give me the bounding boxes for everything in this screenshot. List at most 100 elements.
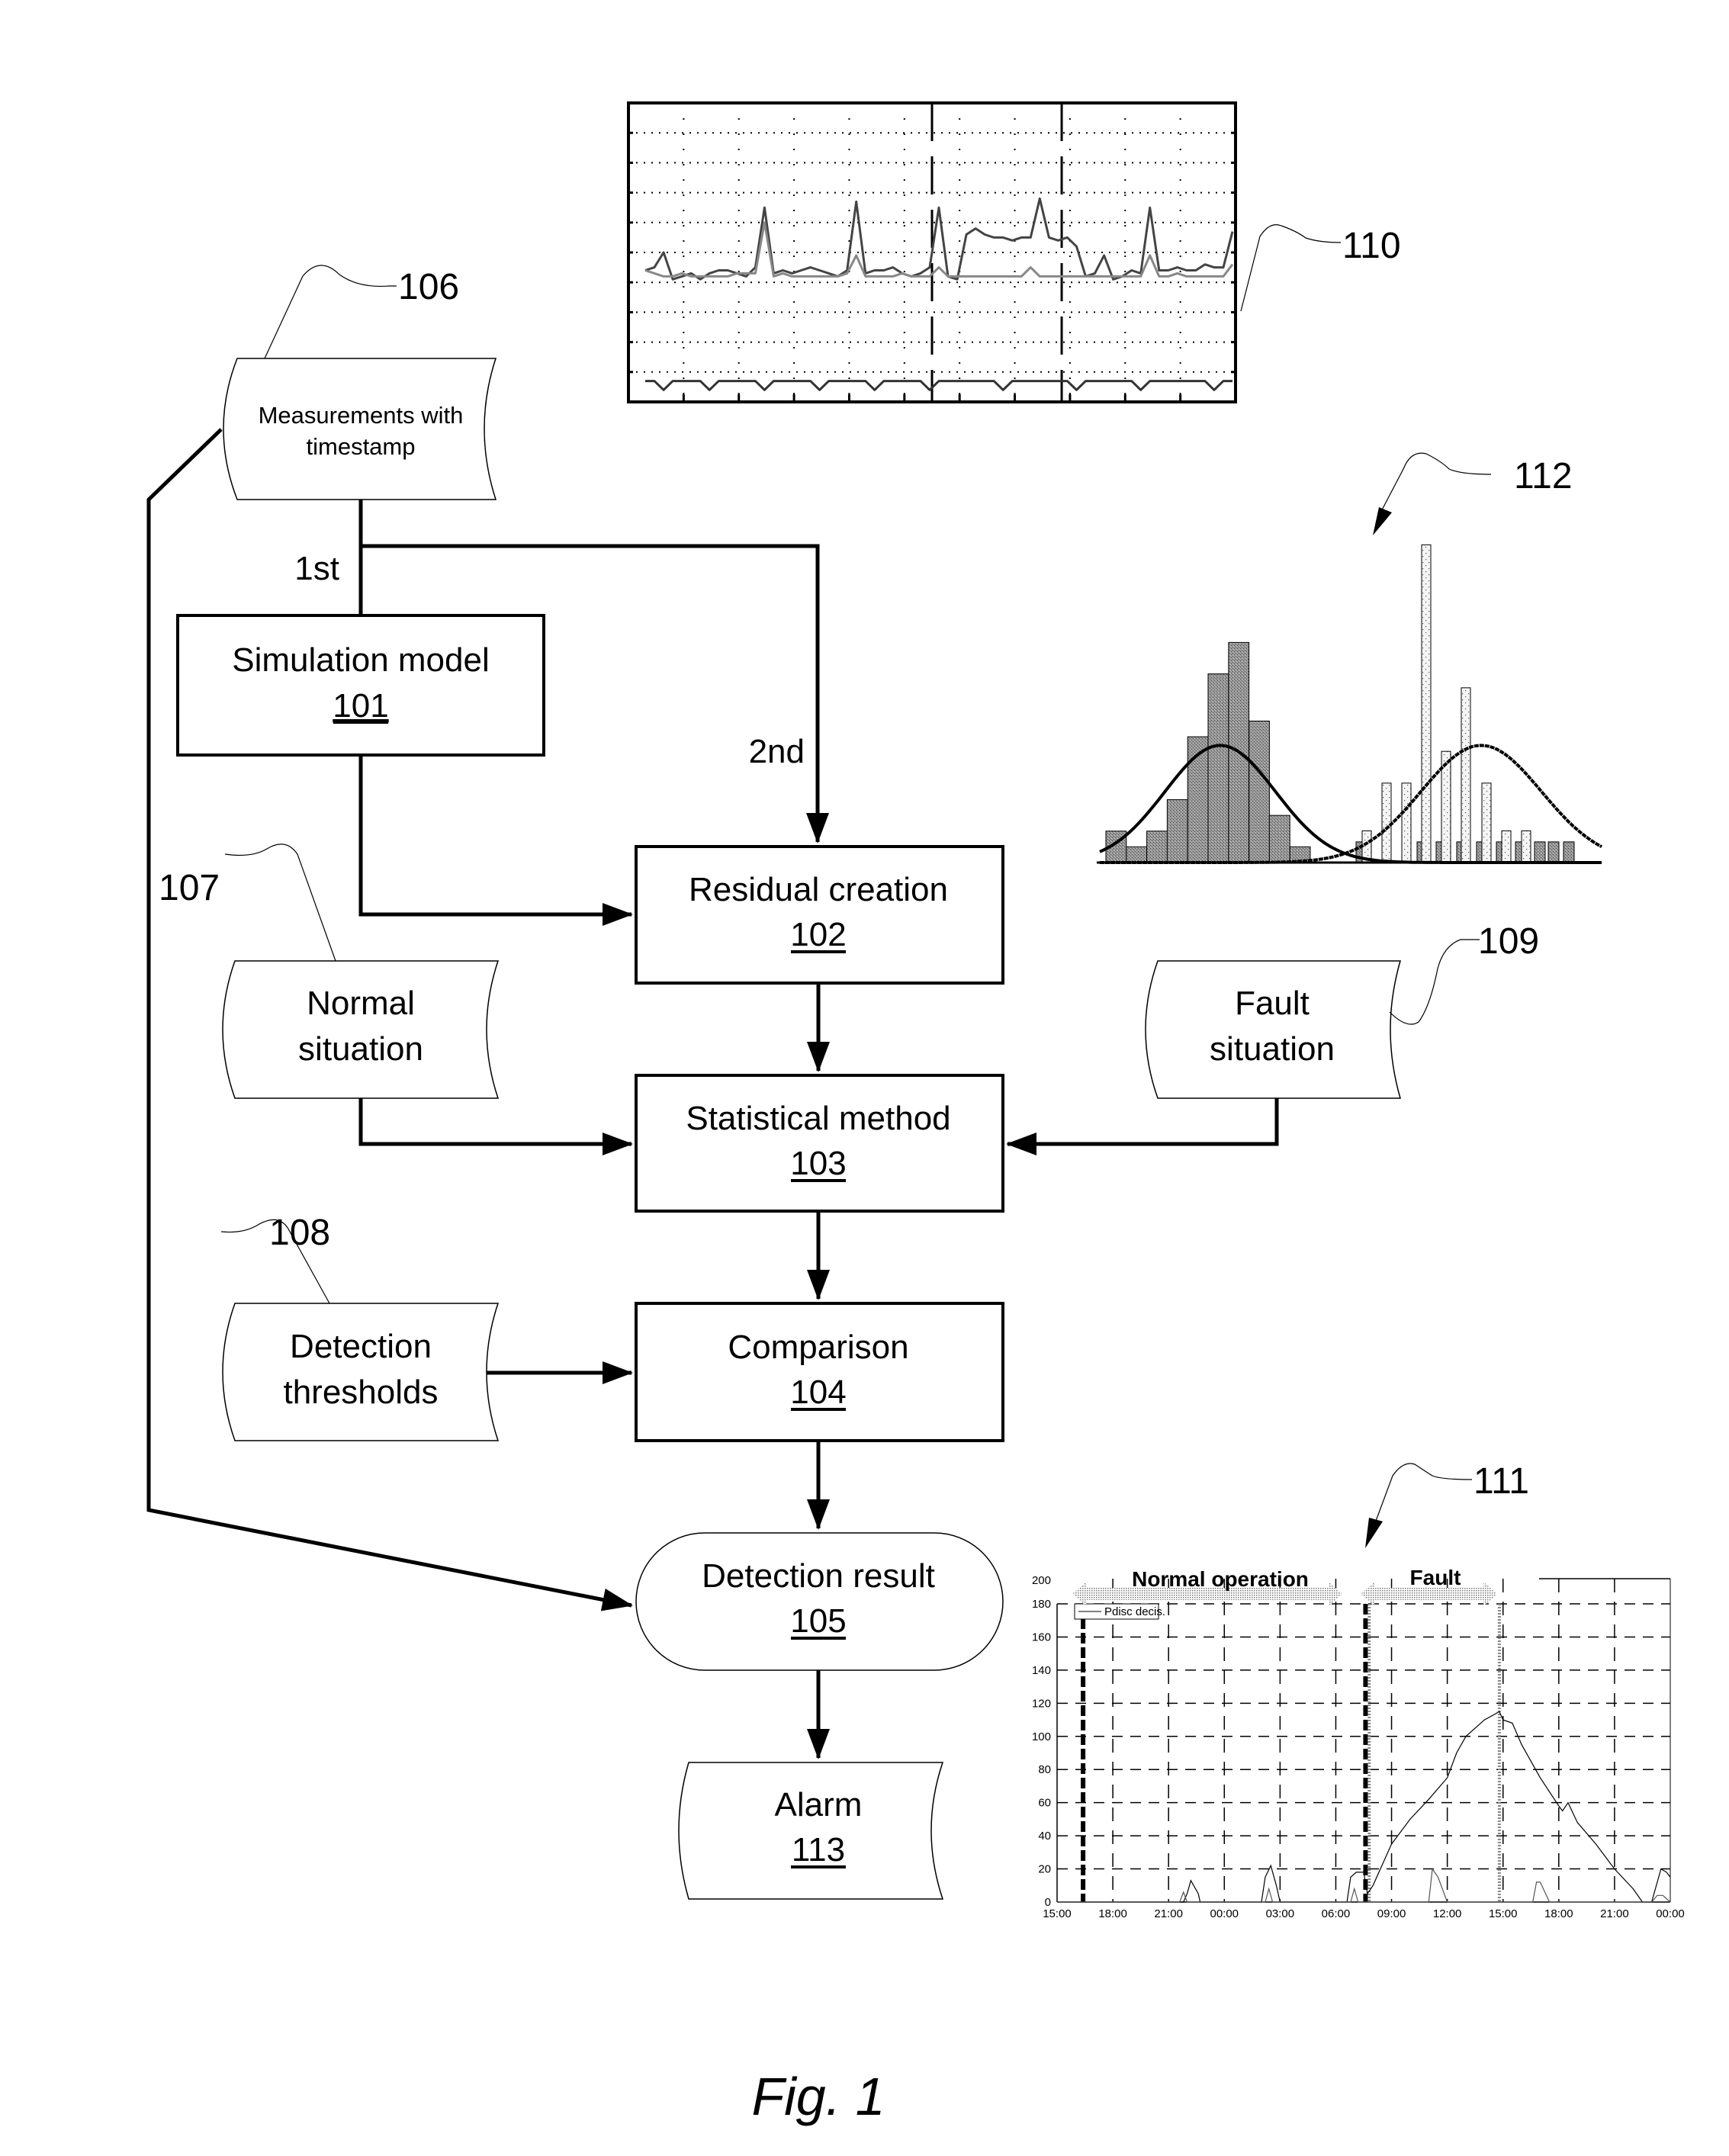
- ref-108: 108: [269, 1213, 330, 1253]
- x-tick-label: 18:00: [1098, 1907, 1127, 1920]
- node-comparison-title: Comparison: [728, 1329, 908, 1366]
- y-tick-label: 160: [1032, 1631, 1051, 1644]
- y-tick-label: 20: [1038, 1863, 1051, 1876]
- leader-110: [1240, 224, 1342, 312]
- figure-canvas: 1st 2nd Measurements with timestamp 106 …: [146, 101, 1685, 2126]
- node-simulation-title: Simulation model: [232, 641, 490, 679]
- node-simulation-ref: 101: [333, 687, 388, 725]
- x-tick-label: 03:00: [1266, 1907, 1295, 1920]
- leader-106: [264, 265, 397, 359]
- node-thresholds: Detection thresholds: [222, 1303, 500, 1441]
- hist-bar-fault-light: [1521, 830, 1531, 863]
- node-simulation: Simulation model 101: [176, 614, 545, 757]
- y-tick-label: 40: [1038, 1830, 1051, 1843]
- x-tick-label: 21:00: [1600, 1907, 1629, 1920]
- node-residual-title: Residual creation: [689, 871, 948, 908]
- ref-109: 109: [1478, 921, 1539, 962]
- underline-104: [791, 1408, 846, 1411]
- x-tick-label: 21:00: [1154, 1907, 1183, 1920]
- hist-bar-fault-dark: [1547, 841, 1560, 863]
- node-thresholds-line2: thresholds: [283, 1374, 438, 1411]
- node-fault: Fault situation: [1145, 960, 1401, 1099]
- underline-101: [333, 721, 388, 724]
- x-tick-label: 18:00: [1544, 1907, 1573, 1920]
- hist-bar-fault-light: [1421, 544, 1432, 863]
- hist-bar-normal: [1166, 799, 1188, 863]
- hist-bar-fault-light: [1501, 830, 1512, 863]
- document-shape: [1145, 960, 1401, 1099]
- hist-bar-normal: [1268, 815, 1290, 863]
- ref-111: 111: [1474, 1461, 1529, 1502]
- node-normal-line2: situation: [298, 1030, 423, 1068]
- y-tick-label: 180: [1032, 1598, 1051, 1611]
- leader-112: [1377, 452, 1492, 519]
- y-tick-label: 120: [1032, 1697, 1051, 1710]
- annotation-normal-operation: Normal operation: [1132, 1567, 1309, 1591]
- y-tick-label: 60: [1038, 1797, 1051, 1810]
- hist-bar-fault-dark: [1563, 841, 1575, 863]
- node-comparison: Comparison 104: [635, 1302, 1004, 1442]
- x-tick-label: 00:00: [1210, 1907, 1239, 1920]
- ref-106: 106: [398, 267, 459, 307]
- hist-bar-normal: [1126, 846, 1148, 863]
- leader-107: [224, 843, 336, 962]
- node-alarm-ref: 113: [792, 1831, 845, 1868]
- hist-bar-fault-light: [1481, 782, 1492, 863]
- hist-bar-fault-light: [1381, 782, 1392, 863]
- y-tick-label: 100: [1032, 1730, 1051, 1743]
- node-fault-line2: situation: [1210, 1030, 1335, 1068]
- x-tick-label: 06:00: [1322, 1907, 1351, 1920]
- y-tick-label: 140: [1032, 1664, 1051, 1677]
- node-fault-line1: Fault: [1235, 985, 1310, 1022]
- node-statistical: Statistical method 103: [635, 1074, 1004, 1213]
- edge-label-2nd: 2nd: [749, 733, 805, 770]
- node-alarm-title: Alarm: [775, 1786, 863, 1823]
- x-tick-label: 15:00: [1489, 1907, 1518, 1920]
- y-tick-label: 80: [1038, 1763, 1051, 1776]
- underline-102: [791, 950, 846, 953]
- node-normal: Normal situation: [222, 960, 500, 1099]
- arrowhead-111: [1365, 1518, 1383, 1548]
- node-detection-result: Detection result 105: [635, 1532, 1004, 1671]
- document-shape: [222, 1303, 500, 1441]
- hist-bar-normal: [1249, 720, 1270, 863]
- node-measurements-line1: Measurements with: [259, 402, 464, 429]
- node-statistical-ref: 103: [790, 1145, 846, 1182]
- underline-103: [791, 1179, 846, 1182]
- node-alarm: Alarm 113: [678, 1762, 944, 1900]
- x-tick-label: 09:00: [1377, 1907, 1406, 1920]
- node-detection-result-title: Detection result: [702, 1557, 935, 1595]
- node-comparison-ref: 104: [790, 1374, 846, 1411]
- hist-bar-fault-light: [1461, 687, 1471, 863]
- leader-109: [1389, 939, 1480, 1025]
- legend-label: Pdisc decis.: [1104, 1605, 1165, 1618]
- process-box: [176, 614, 545, 757]
- node-residual: Residual creation 102: [635, 845, 1004, 985]
- x-tick-label: 12:00: [1433, 1907, 1462, 1920]
- chart-111-decision-plot: 02040608010012014016018020015:00 18:00 21:…: [1032, 1566, 1685, 1920]
- process-box: [635, 845, 1004, 985]
- hist-bar-normal: [1207, 673, 1229, 863]
- node-detection-result-ref: 105: [790, 1602, 846, 1640]
- edge-fault-statistical: [1006, 1098, 1279, 1155]
- annotation-fault: Fault: [1410, 1566, 1461, 1589]
- ref-110: 110: [1342, 226, 1401, 266]
- process-box: [635, 1074, 1004, 1213]
- chart-110-signal-plot: [627, 101, 1237, 403]
- node-statistical-title: Statistical method: [686, 1100, 950, 1137]
- node-thresholds-line1: Detection: [290, 1328, 432, 1365]
- document-shape: [222, 960, 500, 1099]
- underline-105: [791, 1637, 846, 1640]
- edge-simulation-residual: [358, 755, 633, 926]
- node-normal-line1: Normal: [307, 985, 415, 1022]
- arrowhead-112: [1373, 507, 1392, 535]
- ref-112: 112: [1514, 456, 1573, 496]
- underline-113: [791, 1865, 846, 1868]
- leader-111: [1372, 1463, 1473, 1530]
- edge-normal-statistical: [358, 1098, 633, 1155]
- hist-bar-fault-light: [1401, 782, 1412, 863]
- terminator-shape: [635, 1532, 1004, 1671]
- process-box: [635, 1302, 1004, 1442]
- x-tick-label: 00:00: [1656, 1907, 1685, 1920]
- hist-bar-normal: [1146, 831, 1168, 863]
